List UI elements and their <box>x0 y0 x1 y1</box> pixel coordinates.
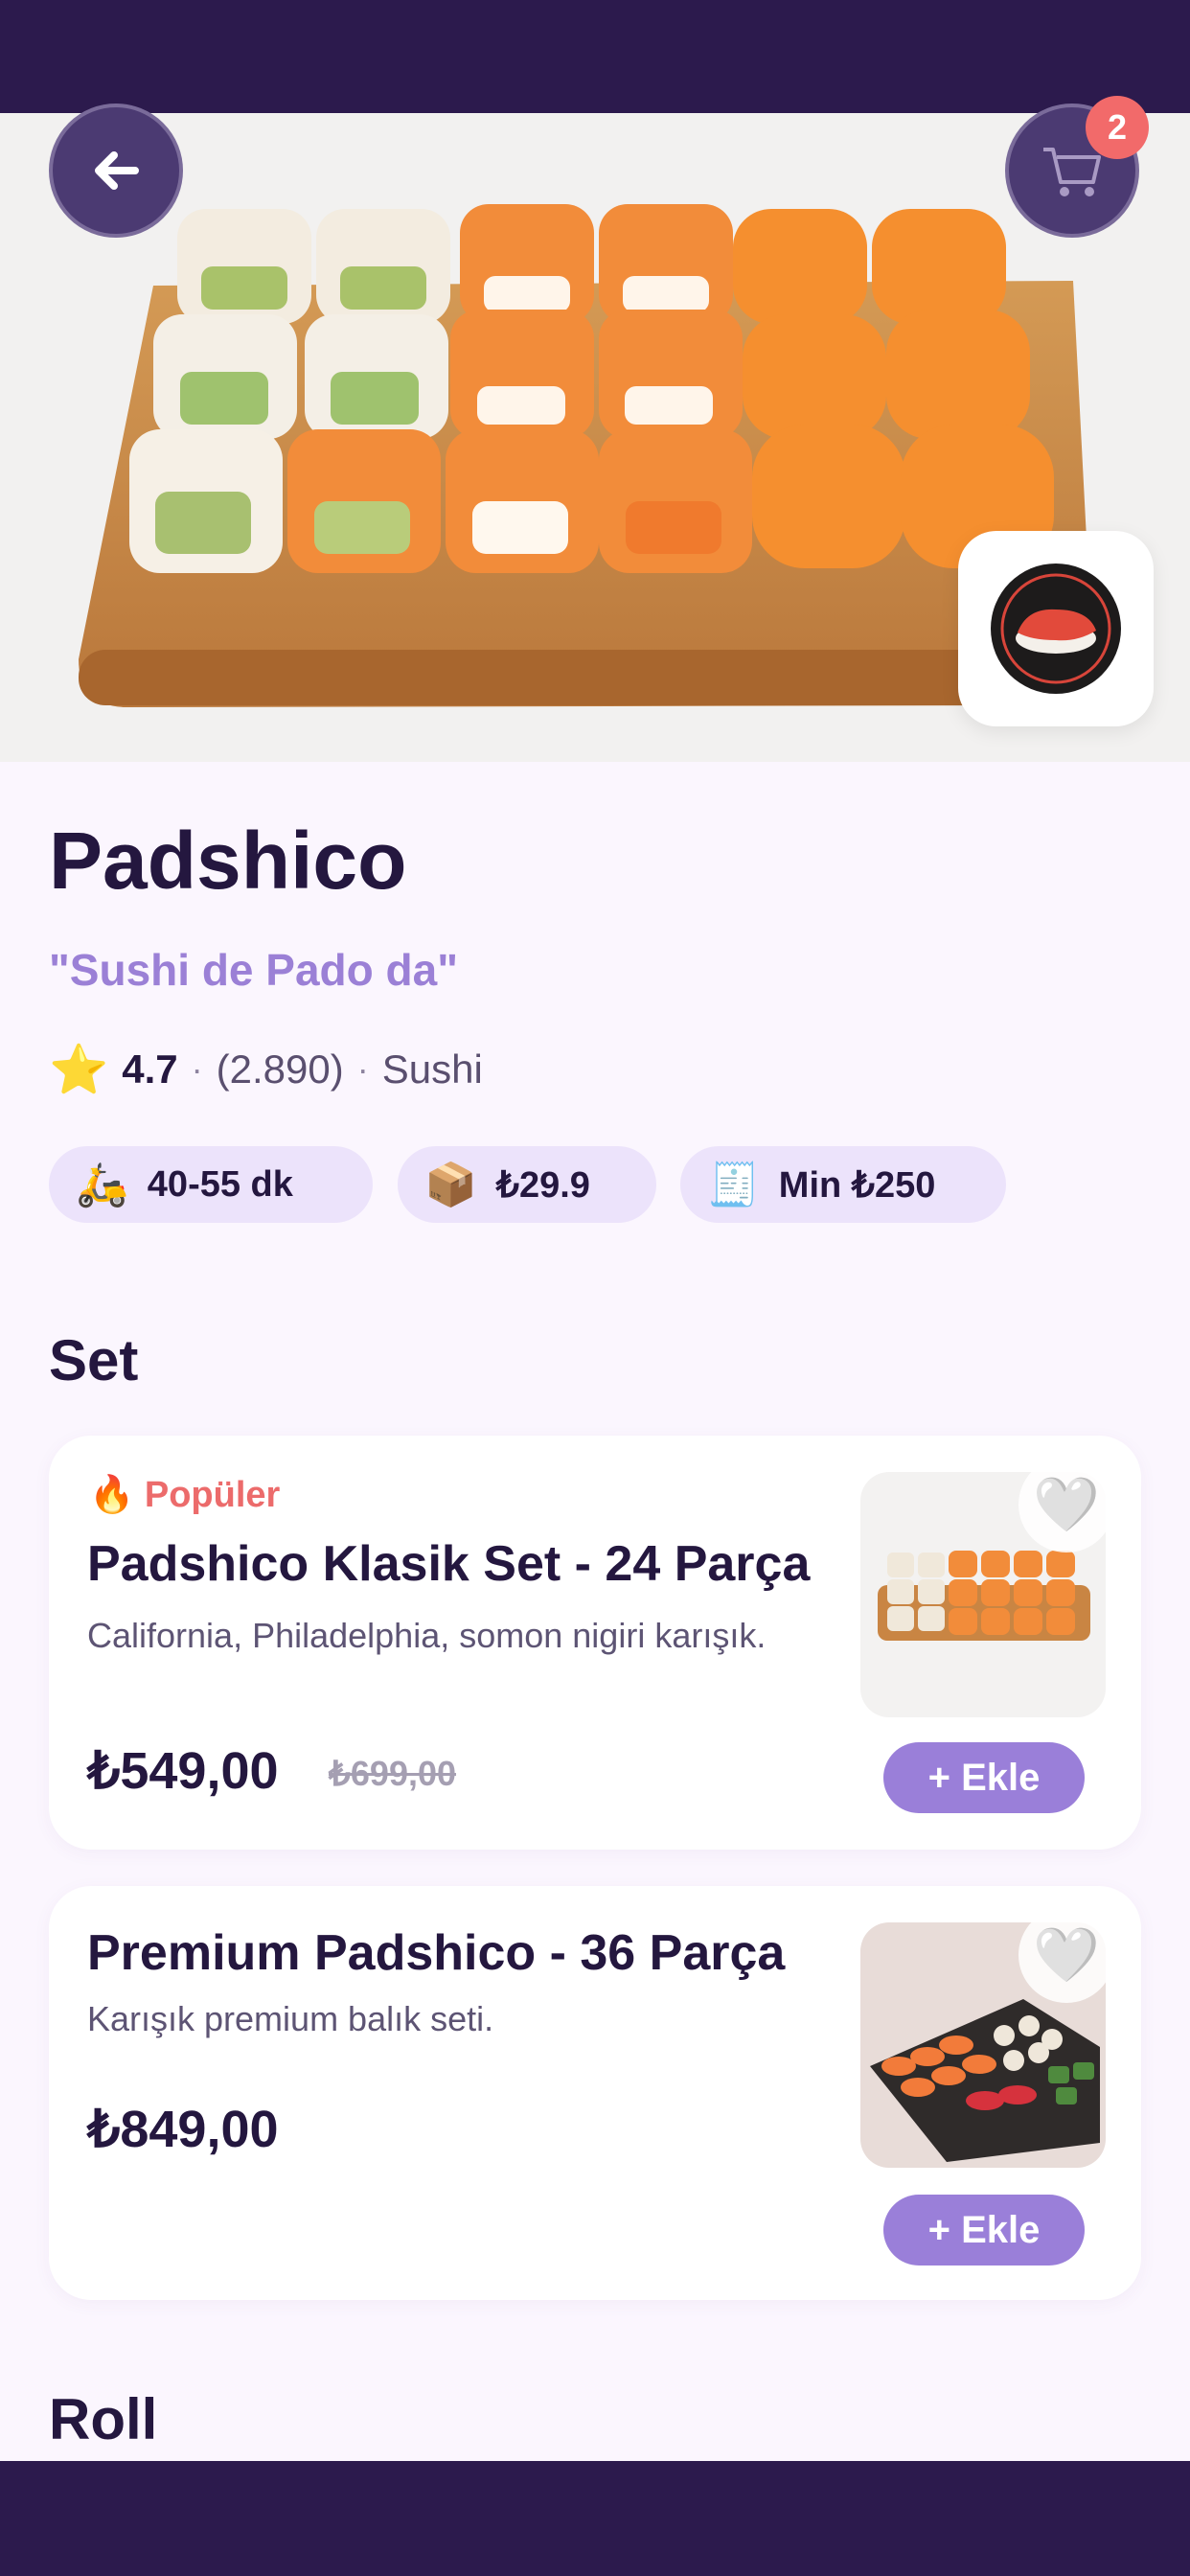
sushi-logo-icon <box>991 564 1121 694</box>
delivery-fee-chip: 📦 ₺29.9 <box>398 1146 656 1223</box>
cart-count-badge: 2 <box>1086 96 1149 159</box>
product-old-price: ₺699,00 <box>329 1754 457 1793</box>
separator-dot: · <box>191 1049 203 1089</box>
rating-row: ⭐ 4.7 · (2.890) · Sushi <box>49 1043 483 1096</box>
delivery-time-label: 40-55 dk <box>147 1163 293 1205</box>
delivery-time-chip: 🛵 40-55 dk <box>49 1146 373 1223</box>
separator-dot: · <box>356 1049 369 1089</box>
product-name: Premium Padshico - 36 Parça <box>87 1925 786 1981</box>
restaurant-logo <box>958 531 1154 726</box>
bottom-bar <box>0 2461 1190 2576</box>
restaurant-name: Padshico <box>49 816 407 906</box>
scooter-icon: 🛵 <box>76 1162 128 1208</box>
back-button[interactable] <box>49 104 183 238</box>
heart-icon: 🤍 <box>1033 1474 1100 1534</box>
cuisine-label: Sushi <box>381 1046 483 1092</box>
review-count: (2.890) <box>216 1046 344 1092</box>
rating-value: 4.7 <box>122 1046 178 1092</box>
add-to-cart-button[interactable]: + Ekle <box>883 1742 1085 1813</box>
heart-icon: 🤍 <box>1033 1924 1100 1985</box>
popular-badge: 🔥 Popüler <box>89 1475 281 1515</box>
section-title-roll: Roll <box>49 2387 158 2451</box>
restaurant-slogan: "Sushi de Pado da" <box>49 945 459 995</box>
receipt-icon: 🧾 <box>707 1162 760 1208</box>
product-price: ₺549,00 <box>87 1742 279 1800</box>
product-description: Karışık premium balık seti. <box>87 1999 494 2038</box>
status-bar <box>0 0 1190 113</box>
add-to-cart-button[interactable]: + Ekle <box>883 2195 1085 2266</box>
star-icon: ⭐ <box>49 1042 109 1096</box>
favorite-button[interactable]: 🤍 <box>1018 1457 1114 1552</box>
product-name: Padshico Klasik Set - 24 Parça <box>87 1536 811 1592</box>
favorite-button[interactable]: 🤍 <box>1018 1907 1114 2003</box>
section-title-set: Set <box>49 1328 139 1392</box>
min-order-label: Min ₺250 <box>778 1164 936 1206</box>
min-order-chip: 🧾 Min ₺250 <box>680 1146 1006 1223</box>
product-card[interactable]: 🔥 Popüler Padshico Klasik Set - 24 Parça… <box>49 1436 1141 1850</box>
package-icon: 📦 <box>424 1162 477 1208</box>
delivery-fee-label: ₺29.9 <box>495 1164 590 1206</box>
product-card[interactable]: Premium Padshico - 36 Parça Karışık prem… <box>49 1886 1141 2300</box>
arrow-left-icon <box>95 151 139 190</box>
product-description: California, Philadelphia, somon nigiri k… <box>87 1616 767 1655</box>
product-price: ₺849,00 <box>87 2101 279 2158</box>
